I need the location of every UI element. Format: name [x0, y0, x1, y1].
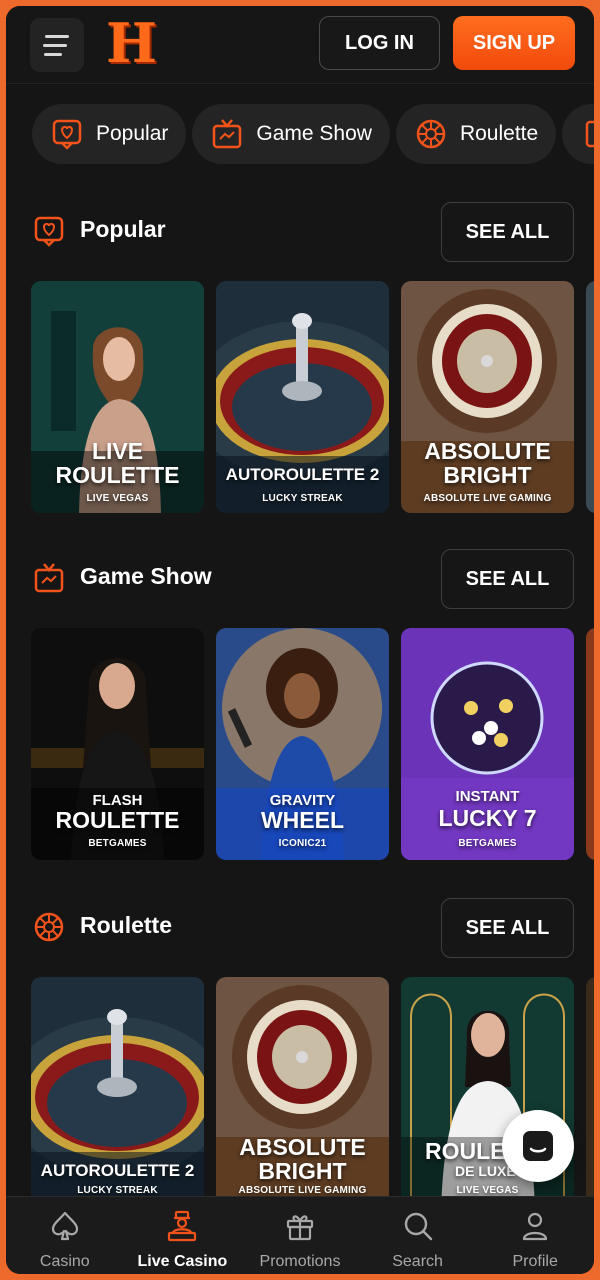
- filter-chip-label: Popular: [96, 122, 169, 145]
- card-title-line2: WHEEL: [260, 807, 345, 833]
- user-icon: [523, 1212, 548, 1241]
- nav-label: Casino: [39, 1253, 90, 1270]
- card-provider: BETGAMES: [458, 838, 517, 849]
- card-title-line2: ROULETTE: [55, 462, 180, 488]
- game-row-game-show: FLASH ROULETTE BETGAMES GRAVITY WHEEL IC…: [31, 628, 594, 860]
- card-title-line2: LUCKY 7: [438, 805, 537, 831]
- filter-chip-game-show[interactable]: Game Show: [192, 104, 390, 164]
- chat-icon: [523, 1131, 553, 1161]
- roulette-wheel-icon: [416, 119, 446, 149]
- game-card[interactable]: ABSOLUTE BRIGHT ABSOLUTE LIVE GAMING: [401, 281, 574, 513]
- nav-item-search[interactable]: Search: [359, 1197, 477, 1274]
- card-title-line1: ABSOLUTE: [424, 438, 551, 464]
- spade-icon: [51, 1211, 78, 1241]
- nav-item-profile[interactable]: Profile: [476, 1197, 594, 1274]
- chat-button[interactable]: [502, 1110, 574, 1182]
- card-title-line1: ABSOLUTE: [239, 1134, 366, 1160]
- dealer-icon: [168, 1210, 197, 1242]
- card-provider: ABSOLUTE LIVE GAMING: [238, 1185, 367, 1196]
- card-title-line2: BRIGHT: [258, 1158, 347, 1184]
- game-card[interactable]: GRAVITY WHEEL ICONIC21: [216, 628, 389, 860]
- game-row-roulette: AUTOROULETTE 2 LUCKY STREAK ABSOLUTE BRI…: [31, 977, 594, 1209]
- heart-chat-icon: [34, 216, 64, 247]
- nav-label: Live Casino: [137, 1253, 228, 1270]
- nav-label: Search: [392, 1253, 443, 1270]
- filter-chip-label: Roulette: [459, 122, 539, 145]
- section-title: Popular: [80, 216, 166, 242]
- see-all-button[interactable]: SEE ALL: [441, 898, 574, 958]
- game-card-partial[interactable]: [586, 281, 594, 513]
- game-card[interactable]: FLASH ROULETTE BETGAMES: [31, 628, 204, 860]
- card-provider: LUCKY STREAK: [262, 493, 343, 504]
- card-provider: ABSOLUTE LIVE GAMING: [423, 493, 552, 504]
- game-card[interactable]: AUTOROULETTE 2 LUCKY STREAK: [216, 281, 389, 513]
- heart-chat-icon: [52, 119, 82, 150]
- bottom-navigation: Casino Live Casino Promotions Search Pro…: [6, 1196, 594, 1274]
- game-card-partial[interactable]: [586, 628, 594, 860]
- filter-chip-popular[interactable]: Popular: [32, 104, 187, 164]
- search-icon: [404, 1212, 432, 1241]
- card-title-line2: ROULETTE: [55, 807, 180, 833]
- menu-button[interactable]: [30, 18, 84, 72]
- top-bar: H LOG IN SIGN UP: [6, 6, 594, 84]
- nav-item-promotions[interactable]: Promotions: [241, 1197, 359, 1274]
- card-provider: LIVE VEGAS: [86, 493, 149, 504]
- card-provider: ICONIC21: [278, 838, 327, 849]
- filter-chip-roulette[interactable]: Roulette: [395, 104, 557, 164]
- see-all-button[interactable]: SEE ALL: [441, 549, 574, 609]
- roulette-wheel-icon: [34, 912, 64, 942]
- card-provider: LUCKY STREAK: [77, 1185, 158, 1196]
- see-all-button[interactable]: SEE ALL: [441, 202, 574, 262]
- filter-chip-label: Game Show: [256, 122, 372, 145]
- card-title-line2: BRIGHT: [443, 462, 532, 488]
- card-title-line1: LIVE: [91, 438, 144, 464]
- nav-label: Promotions: [259, 1253, 341, 1270]
- game-row-popular: LIVE ROULETTE LIVE VEGAS AUTOROULETTE 2 …: [31, 281, 594, 513]
- nav-item-casino[interactable]: Casino: [6, 1197, 124, 1274]
- logo[interactable]: H: [106, 12, 157, 74]
- section-header-popular: Popular SEE ALL: [32, 202, 574, 262]
- card-title-line1: AUTOROULETTE 2: [40, 1161, 195, 1180]
- card-icon: [585, 120, 594, 148]
- game-card-partial[interactable]: [586, 977, 594, 1209]
- game-card[interactable]: INSTANT LUCKY 7 BETGAMES: [401, 628, 574, 860]
- game-card[interactable]: AUTOROULETTE 2 LUCKY STREAK: [31, 977, 204, 1209]
- tv-icon: [34, 563, 64, 593]
- gift-icon: [286, 1215, 314, 1241]
- nav-item-live-casino[interactable]: Live Casino: [124, 1197, 242, 1274]
- filter-chip-more[interactable]: [562, 104, 594, 164]
- card-provider: LIVE VEGAS: [456, 1185, 519, 1196]
- section-header-roulette: Roulette SEE ALL: [32, 898, 574, 958]
- menu-icon: [45, 34, 69, 38]
- login-button[interactable]: LOG IN: [319, 16, 440, 70]
- card-provider: BETGAMES: [88, 838, 147, 849]
- nav-label: Profile: [512, 1253, 558, 1270]
- game-card[interactable]: ABSOLUTE BRIGHT ABSOLUTE LIVE GAMING: [216, 977, 389, 1209]
- card-title-line1: INSTANT: [455, 788, 520, 805]
- signup-button[interactable]: SIGN UP: [453, 16, 575, 70]
- section-header-game-show: Game Show SEE ALL: [32, 549, 574, 609]
- section-title: Roulette: [80, 912, 172, 938]
- section-title: Game Show: [80, 563, 212, 589]
- app-frame: H LOG IN SIGN UP Popular Game Show Roule…: [6, 6, 594, 1274]
- tv-icon: [213, 119, 242, 149]
- card-title-line1: AUTOROULETTE 2: [225, 465, 380, 484]
- category-filters: Popular Game Show Roulette: [32, 104, 594, 166]
- game-card[interactable]: LIVE ROULETTE LIVE VEGAS: [31, 281, 204, 513]
